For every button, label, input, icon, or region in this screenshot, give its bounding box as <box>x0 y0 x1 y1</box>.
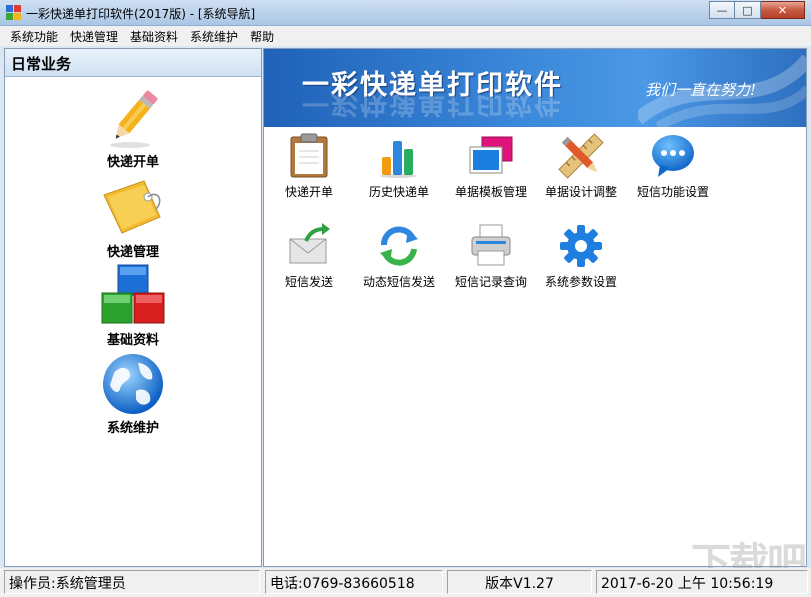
status-datetime: 2017-6-20 上午 10:56:19 <box>596 570 808 594</box>
nav-express-management[interactable]: 快递管理 <box>5 175 261 260</box>
tool-sms-records[interactable]: 短信记录查询 <box>446 223 536 290</box>
menu-help[interactable]: 帮助 <box>244 28 280 45</box>
tool-label: 快递开单 <box>284 185 333 199</box>
window-title: 一彩快递单打印软件(2017版) - [系统导航] <box>26 7 256 21</box>
chat-bubble-icon <box>650 133 696 179</box>
tool-label: 单据设计调整 <box>544 185 617 199</box>
menu-system-functions[interactable]: 系统功能 <box>4 28 64 45</box>
template-icon <box>468 133 514 179</box>
clipboard-icon <box>286 133 332 179</box>
nav-basic-data[interactable]: 基础资料 <box>5 263 261 348</box>
cubes-icon <box>100 263 166 329</box>
tool-express-order[interactable]: 快递开单 <box>264 133 354 200</box>
tool-document-design[interactable]: 单据设计调整 <box>536 133 626 200</box>
pencil-icon <box>100 85 166 151</box>
mail-send-icon <box>286 223 332 269</box>
banner-title-reflection: 一彩快递单打印软件 <box>302 93 563 118</box>
tool-label: 历史快递单 <box>368 185 429 199</box>
pencil-ruler-icon <box>558 133 604 179</box>
title-bar: 一彩快递单打印软件(2017版) - [系统导航] — □ ✕ <box>0 0 811 26</box>
menu-bar: 系统功能 快递管理 基础资料 系统维护 帮助 <box>0 26 811 46</box>
nav-label: 基础资料 <box>106 333 159 348</box>
status-operator: 操作员:系统管理员 <box>4 570 260 594</box>
globe-icon <box>100 351 166 417</box>
menu-express-management[interactable]: 快递管理 <box>64 28 124 45</box>
daily-business-panel: 日常业务 快递开单 快递管理 基础资料 系统维护 <box>4 48 262 567</box>
tag-icon <box>100 175 166 241</box>
gear-icon <box>558 223 604 269</box>
status-version: 版本V1.27 <box>447 570 592 594</box>
banner: 一彩快递单打印软件 一彩快递单打印软件 我们一直在努力! <box>264 49 806 127</box>
navigation-area: 一彩快递单打印软件 一彩快递单打印软件 我们一直在努力! 快递开单 历史快递单 <box>263 48 807 567</box>
tool-sms-send[interactable]: 短信发送 <box>264 223 354 290</box>
nav-express-order[interactable]: 快递开单 <box>5 85 261 170</box>
tool-history-orders[interactable]: 历史快递单 <box>354 133 444 200</box>
tool-label: 短信功能设置 <box>636 185 709 199</box>
tool-dynamic-sms-send[interactable]: 动态短信发送 <box>354 223 444 290</box>
panel-header: 日常业务 <box>5 49 261 77</box>
refresh-icon <box>376 223 422 269</box>
minimize-button[interactable]: — <box>709 1 735 19</box>
tool-label: 单据模板管理 <box>454 185 527 199</box>
menu-basic-data[interactable]: 基础资料 <box>124 28 184 45</box>
banner-slogan: 我们一直在努力! <box>644 81 756 99</box>
nav-label: 快递开单 <box>106 155 159 170</box>
app-icon <box>6 5 22 21</box>
maximize-button[interactable]: □ <box>735 1 761 19</box>
tool-label: 短信发送 <box>284 275 333 289</box>
printer-icon <box>468 223 514 269</box>
tool-template-management[interactable]: 单据模板管理 <box>446 133 536 200</box>
tool-sms-settings[interactable]: 短信功能设置 <box>628 133 718 200</box>
bar-chart-icon <box>376 133 422 179</box>
tool-label: 系统参数设置 <box>544 275 617 289</box>
tool-label: 短信记录查询 <box>454 275 527 289</box>
close-button[interactable]: ✕ <box>761 1 805 19</box>
tool-label: 动态短信发送 <box>362 275 435 289</box>
nav-label: 系统维护 <box>106 421 159 436</box>
nav-label: 快递管理 <box>106 245 159 260</box>
tool-system-parameters[interactable]: 系统参数设置 <box>536 223 626 290</box>
nav-system-maintenance[interactable]: 系统维护 <box>5 351 261 436</box>
status-bar: 操作员:系统管理员 电话:0769-83660518 版本V1.27 2017-… <box>0 568 811 597</box>
menu-system-maintenance[interactable]: 系统维护 <box>184 28 244 45</box>
status-phone: 电话:0769-83660518 <box>265 570 443 594</box>
